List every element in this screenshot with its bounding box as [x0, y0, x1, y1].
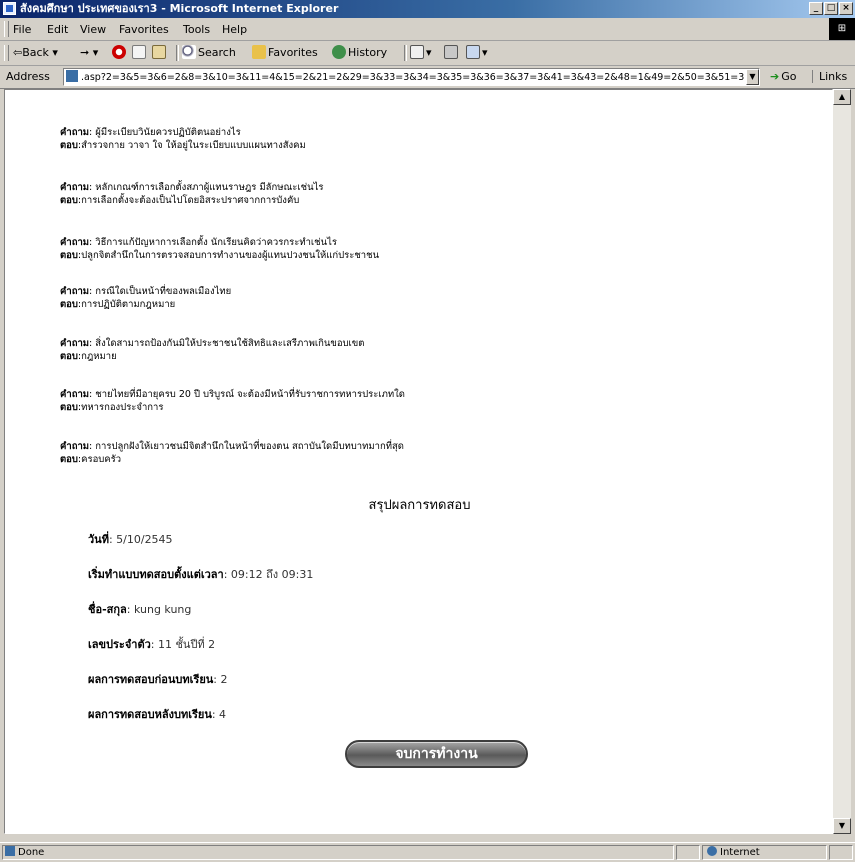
stop-button[interactable]	[112, 45, 128, 61]
status-text: Done	[2, 845, 674, 860]
forward-arrow-icon: ➞	[80, 46, 90, 59]
menu-tools[interactable]: Tools	[183, 23, 210, 36]
summary-title: สรุปผลการทดสอบ	[368, 498, 471, 513]
menu-favorites[interactable]: Favorites	[119, 23, 169, 36]
internet-globe-icon	[707, 846, 717, 856]
summary-posttest-score: ผลการทดสอบหลังบทเรียน: 4	[88, 708, 227, 721]
links-button[interactable]: Links	[812, 70, 847, 83]
history-icon	[332, 45, 346, 59]
edit-button[interactable]: ▾	[466, 45, 488, 61]
summary-date: วันที่: 5/10/2545	[88, 533, 173, 546]
summary-time: เริ่มทำแบบทดสอบตั้งแต่เวลา: 09:12 ถึง 09…	[88, 568, 314, 581]
title-bar: สังคมศึกษา ประเทศของเรา3 - Microsoft Int…	[0, 0, 855, 18]
scroll-down-icon[interactable]: ▼	[833, 818, 851, 834]
menu-file[interactable]: File	[13, 23, 31, 36]
home-button[interactable]	[152, 45, 168, 61]
page-content: คำถาม: ผู้มีระเบียบวินัยควรปฏิบัติตนอย่า…	[4, 89, 833, 834]
status-bar: Done Internet	[0, 842, 855, 862]
address-label: Address	[6, 70, 50, 83]
address-url: .asp?2=3&5=3&6=2&8=3&10=3&11=4&15=2&21=2…	[81, 72, 745, 83]
windows-logo-icon: ⊞	[829, 18, 855, 40]
menu-bar: File Edit View Favorites Tools Help	[0, 18, 855, 41]
home-icon	[152, 45, 166, 59]
mail-icon	[410, 45, 424, 59]
menu-help[interactable]: Help	[222, 23, 247, 36]
back-button[interactable]: ⇦Back ▾	[13, 45, 58, 61]
menu-grip[interactable]	[4, 21, 9, 37]
qa-item: คำถาม: ชายไทยที่มีอายุครบ 20 ปี บริบูรณ์…	[60, 389, 405, 413]
page-done-icon	[5, 846, 15, 856]
qa-item: คำถาม: การปลูกฝังให้เยาวชนมีจิตสำนึกในหน…	[60, 441, 404, 465]
status-pane	[676, 845, 700, 860]
ie-app-icon	[3, 2, 16, 15]
restore-button[interactable]: □	[824, 2, 838, 15]
vertical-scrollbar[interactable]: ▲ ▼	[833, 89, 851, 834]
back-arrow-icon: ⇦	[13, 46, 23, 59]
search-icon	[182, 45, 196, 59]
toolbar-grip[interactable]	[4, 45, 9, 61]
window-title: สังคมศึกษา ประเทศของเรา3 - Microsoft Int…	[20, 2, 339, 15]
favorites-button[interactable]: Favorites	[252, 45, 318, 61]
address-input[interactable]: .asp?2=3&5=3&6=2&8=3&10=3&11=4&15=2&21=2…	[63, 68, 760, 86]
refresh-icon	[132, 45, 146, 59]
window-controls: _ □ ×	[809, 2, 853, 15]
security-zone: Internet	[702, 845, 827, 860]
toolbar-separator	[404, 45, 407, 61]
resize-grip-icon[interactable]	[829, 845, 853, 860]
scroll-up-icon[interactable]: ▲	[833, 89, 851, 105]
address-bar: Address .asp?2=3&5=3&6=2&8=3&10=3&11=4&1…	[0, 66, 855, 89]
history-button[interactable]: History	[332, 45, 387, 61]
qa-item: คำถาม: สิ่งใดสามารถป้องกันมิให้ประชาชนใช…	[60, 338, 365, 362]
standard-toolbar: ⇦Back ▾ ➞ ▾ Search Favorites History ▾ ▾	[0, 41, 855, 66]
favorites-icon	[252, 45, 266, 59]
refresh-button[interactable]	[132, 45, 148, 61]
mail-button[interactable]: ▾	[410, 45, 432, 61]
menu-view[interactable]: View	[80, 23, 106, 36]
summary-pretest-score: ผลการทดสอบก่อนบทเรียน: 2	[88, 673, 228, 686]
page-icon	[66, 70, 78, 82]
stop-icon	[112, 45, 126, 59]
address-dropdown-icon[interactable]: ▼	[746, 69, 759, 85]
print-icon	[444, 45, 458, 59]
qa-item: คำถาม: ผู้มีระเบียบวินัยควรปฏิบัติตนอย่า…	[60, 127, 306, 151]
minimize-button[interactable]: _	[809, 2, 823, 15]
forward-button[interactable]: ➞ ▾	[80, 45, 98, 61]
qa-item: คำถาม: กรณีใดเป็นหน้าที่ของพลเมืองไทย ตอ…	[60, 286, 232, 310]
close-button[interactable]: ×	[839, 2, 853, 15]
search-button[interactable]: Search	[182, 45, 236, 61]
print-button[interactable]	[444, 45, 460, 61]
end-session-button[interactable]: จบการทำงาน	[345, 740, 528, 768]
edit-icon	[466, 45, 480, 59]
qa-item: คำถาม: วิธีการแก้ปัญหาการเลือกตั้ง นักเร…	[60, 237, 380, 261]
go-button[interactable]: ➔ Go	[770, 70, 796, 83]
summary-name: ชื่อ-สกุล: kung kung	[88, 603, 192, 616]
toolbar-separator	[176, 45, 179, 61]
menu-edit[interactable]: Edit	[47, 23, 68, 36]
go-arrow-icon: ➔	[770, 70, 780, 83]
summary-student-id: เลขประจำตัว: 11 ชั้นปีที่ 2	[88, 638, 216, 651]
qa-item: คำถาม: หลักเกณฑ์การเลือกตั้งสภาผู้แทนราษ…	[60, 182, 324, 206]
